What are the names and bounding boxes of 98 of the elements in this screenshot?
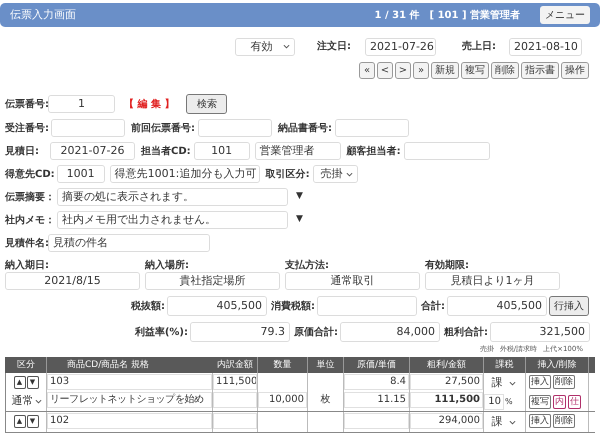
- text-field[interactable]: 通常取引: [285, 272, 420, 290]
- amount-field[interactable]: 405,500: [447, 296, 547, 316]
- field-label: 得意先CD:: [5, 168, 55, 182]
- column-header: 内訳金額: [217, 358, 253, 372]
- nav-button[interactable]: «: [359, 62, 375, 79]
- row-action-button[interactable]: 複写: [529, 395, 551, 409]
- text-field[interactable]: 貴社指定場所: [145, 272, 280, 290]
- product-code-field[interactable]: 103: [47, 374, 212, 390]
- memo-textarea[interactable]: 社内メモ用で出力されません。: [57, 211, 288, 229]
- nav-button[interactable]: »: [413, 62, 429, 79]
- field-label: 前回伝票番号:: [131, 122, 195, 136]
- text-field[interactable]: [198, 119, 272, 137]
- text-field[interactable]: [51, 119, 125, 137]
- amount-field[interactable]: 321,500: [490, 322, 590, 342]
- row-action-button[interactable]: 削除: [553, 375, 575, 389]
- toolbar-button[interactable]: 複写: [461, 62, 489, 79]
- window-title: 伝票入力画面: [10, 6, 76, 23]
- select-dropdown[interactable]: 有効: [235, 38, 295, 56]
- chevron-down-icon: [283, 44, 290, 49]
- tag-button[interactable]: 内: [553, 395, 566, 409]
- field-label: 見積件名:: [5, 236, 48, 250]
- search-button[interactable]: 検索: [186, 94, 228, 114]
- amount-field[interactable]: 79.3: [190, 322, 290, 342]
- text-field[interactable]: 営業管理者: [254, 142, 341, 160]
- insert-row-button[interactable]: 行挿入: [549, 296, 589, 316]
- field-label: 伝票摘要：: [5, 190, 55, 204]
- quantity-field[interactable]: 10,000: [258, 392, 307, 408]
- user-label: [ 101 ] 営業管理者: [430, 8, 520, 22]
- text-field[interactable]: 見積日より1ヶ月: [425, 272, 560, 290]
- select-dropdown[interactable]: 売掛: [312, 165, 358, 183]
- tag-button[interactable]: 仕: [568, 395, 581, 409]
- field-label: 取引区分:: [266, 168, 310, 182]
- unit-text: 枚: [320, 392, 330, 407]
- text-field[interactable]: 101: [194, 142, 250, 160]
- product-name-field[interactable]: リーフレットネットショップを始め: [47, 392, 212, 408]
- chevron-down-icon: [509, 420, 516, 424]
- field-label: 納入期日:: [5, 260, 50, 272]
- toolbar-button[interactable]: 操作: [561, 62, 589, 79]
- row-action-button[interactable]: 挿入: [529, 414, 551, 428]
- cell-field[interactable]: [213, 413, 257, 429]
- slip-number-field[interactable]: 1: [48, 95, 115, 113]
- field-label: 消費税額:: [271, 300, 315, 314]
- text-field[interactable]: 2021/8/15: [5, 272, 140, 290]
- field-label: 有効期限:: [425, 260, 470, 272]
- amount-field[interactable]: [317, 296, 417, 316]
- percent-label: %: [505, 396, 513, 408]
- nav-button[interactable]: <: [377, 62, 393, 79]
- field-label: 伝票番号:: [5, 98, 48, 112]
- expand-toggle[interactable]: ▼: [296, 190, 303, 204]
- chevron-down-icon: [34, 398, 42, 404]
- field-label: 合計:: [421, 300, 445, 314]
- text-field[interactable]: [404, 142, 490, 160]
- field-label: 支払方法:: [285, 260, 330, 272]
- row-action-button[interactable]: 削除: [553, 414, 575, 428]
- cost-field[interactable]: 8.4: [344, 374, 409, 390]
- toolbar-button[interactable]: 指示書: [521, 62, 559, 79]
- toolbar-button[interactable]: 削除: [491, 62, 519, 79]
- expand-toggle[interactable]: ▼: [296, 213, 303, 227]
- record-count: 1 / 31 件: [374, 8, 420, 22]
- text-field[interactable]: 2021-07-26: [50, 142, 135, 160]
- price-field[interactable]: 11.15: [344, 392, 409, 408]
- field-label: 利益率(%):: [134, 325, 188, 340]
- profit-field[interactable]: 27,500: [410, 374, 483, 390]
- column-header: 商品CD/商品名 規格: [67, 358, 150, 372]
- field-label: 注文日:: [317, 39, 352, 54]
- field-label: 社内メモ：: [5, 214, 55, 228]
- field-label: 顧客担当者:: [346, 144, 401, 158]
- cost-field[interactable]: [344, 413, 409, 429]
- field-label: 受注番号:: [5, 121, 49, 136]
- field-label: 納品書番号:: [278, 122, 332, 136]
- field-label: 粗利合計:: [444, 326, 488, 340]
- date-field[interactable]: 2021-07-26: [365, 38, 436, 56]
- tax-rate-field[interactable]: 10: [484, 394, 504, 410]
- text-field[interactable]: 得意先1001:追加分も入力可: [110, 165, 260, 183]
- product-code-field[interactable]: 102: [47, 413, 212, 429]
- amount-field[interactable]: 111,500: [410, 392, 483, 408]
- field-label: 担当者CD:: [141, 144, 191, 158]
- menu-button[interactable]: メニュー: [540, 6, 590, 24]
- profit-field[interactable]: 294,000: [410, 413, 483, 429]
- toolbar-button[interactable]: 新規: [431, 62, 459, 79]
- row-action-button[interactable]: 挿入: [529, 375, 551, 389]
- field-label: 売上日:: [462, 40, 497, 54]
- amount-field[interactable]: 84,000: [340, 322, 440, 342]
- text-field[interactable]: [335, 119, 409, 137]
- memo-textarea[interactable]: 摘要の処に表示されます。: [57, 188, 288, 206]
- date-field[interactable]: 2021-08-10: [509, 38, 582, 56]
- field-label: 原価合計:: [294, 326, 338, 340]
- text-field[interactable]: 1001: [56, 165, 105, 183]
- subject-field[interactable]: 見積の件名: [48, 234, 210, 252]
- field-label: 納入場所:: [145, 260, 190, 272]
- amount-field[interactable]: 405,500: [167, 296, 267, 316]
- nav-button[interactable]: >: [395, 62, 411, 79]
- cell-field[interactable]: [213, 392, 257, 408]
- field-label: 税抜額:: [131, 300, 165, 314]
- field-label: 見積日:: [5, 144, 40, 158]
- mode-label: 【 編 集 】: [124, 98, 174, 112]
- chevron-down-icon: [346, 172, 353, 176]
- chevron-down-icon: [509, 380, 516, 386]
